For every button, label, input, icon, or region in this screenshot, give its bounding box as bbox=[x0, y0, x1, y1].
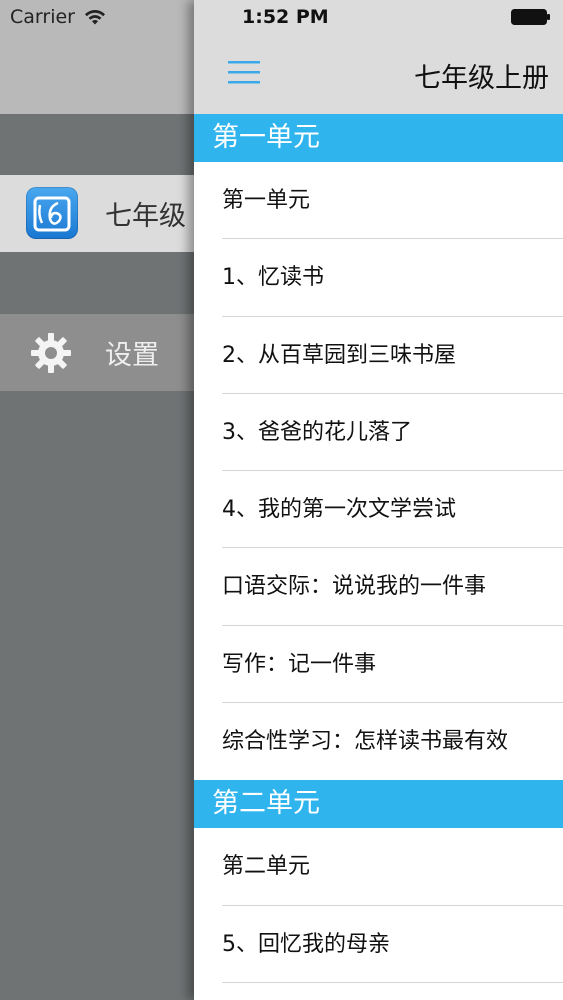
battery-icon bbox=[511, 9, 550, 25]
app-logo-icon bbox=[26, 187, 78, 239]
list-item[interactable]: 1、忆读书 bbox=[194, 239, 563, 317]
list-item[interactable]: 5、回忆我的母亲 bbox=[194, 906, 563, 983]
hamburger-menu-icon[interactable] bbox=[228, 58, 260, 86]
page-title: 七年级上册 bbox=[414, 63, 549, 94]
list-item[interactable]: 3、爸爸的花儿落了 bbox=[194, 394, 563, 472]
list-item[interactable]: 综合性学习：怎样读书最有效 bbox=[194, 703, 563, 780]
list-item[interactable]: 4、我的第一次文学尝试 bbox=[194, 471, 563, 549]
list-item[interactable]: 2、从百草园到三味书屋 bbox=[194, 317, 563, 394]
wifi-icon bbox=[84, 9, 105, 25]
section-header: 第二单元 bbox=[194, 780, 563, 829]
section-header: 第一单元 bbox=[194, 114, 563, 162]
list-item[interactable]: 第二单元 bbox=[194, 828, 563, 906]
list-item[interactable]: 口语交际：说说我的一件事 bbox=[194, 548, 563, 626]
status-time: 1:52 PM bbox=[242, 6, 329, 28]
carrier-indicator: Carrier bbox=[10, 6, 107, 28]
navigation-bar: 1:52 PM 七年级上册 bbox=[194, 0, 563, 114]
gear-icon bbox=[31, 333, 71, 373]
list-item[interactable]: 写作：记一件事 bbox=[194, 626, 563, 704]
carrier-label: Carrier bbox=[10, 6, 75, 28]
lesson-list: 第一单元 第一单元 1、忆读书 2、从百草园到三味书屋 3、爸爸的花儿落了 4、… bbox=[194, 114, 563, 983]
list-item[interactable]: 第一单元 bbox=[194, 162, 563, 240]
drawer-item-label: 设置 bbox=[105, 340, 159, 371]
drawer-item-label: 七年级 bbox=[105, 201, 186, 232]
main-panel: 1:52 PM 七年级上册 第一单元 第一单元 1、忆读书 2、从百草园到三味书… bbox=[194, 0, 563, 1000]
